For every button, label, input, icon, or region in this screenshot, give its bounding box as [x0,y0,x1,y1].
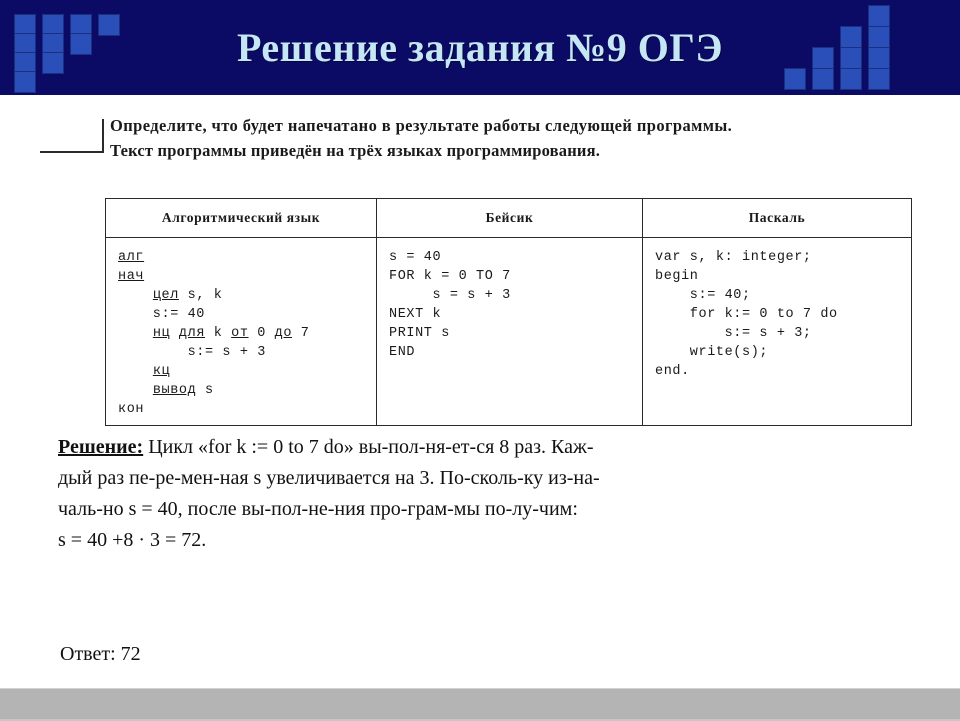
code-block-pascal: var s, k: integer; begin s:= 40; for k:=… [655,250,838,379]
task-marker-box [40,119,104,153]
solution-text-1: Цикл «for k := 0 to 7 do» вы-пол-ня-ет-с… [143,436,594,458]
question-text: Определите, что будет напечатано в резул… [110,113,920,163]
code-cell-algorithmic: алг нач цел s, k s:= 40 нц для k от 0 до… [105,237,377,426]
table-header-row: Алгоритмический язык Бейсик Паскаль [105,198,912,238]
code-block-basic: s = 40 FOR k = 0 TO 7 s = s + 3 NEXT k P… [389,250,511,360]
question-line-2: Текст программы приведён на трёх языках … [110,141,601,160]
solution-label: Решение: [58,436,144,458]
column-header-pascal: Паскаль [642,198,912,238]
answer-line: Ответ: 72 [60,643,141,665]
solution-line-1: Решение: Цикл «for k := 0 to 7 do» вы-по… [58,432,908,463]
code-block-algorithmic: алг нач цел s, k s:= 40 нц для k от 0 до… [118,250,310,417]
table-row: алг нач цел s, k s:= 40 нц для k от 0 до… [105,237,912,426]
question-line-1: Определите, что будет напечатано в резул… [110,116,733,135]
code-cell-basic: s = 40 FOR k = 0 TO 7 s = s + 3 NEXT k P… [376,237,643,426]
page-title: Решение задания №9 ОГЭ [237,25,723,70]
solution-line-2: дый раз пе-ре-мен-ная s увеличивается на… [58,467,600,489]
column-header-basic: Бейсик [376,198,643,238]
code-cell-pascal: var s, k: integer; begin s:= 40; for k:=… [642,237,912,426]
footer-bar [0,688,960,721]
solution-block: Решение: Цикл «for k := 0 to 7 do» вы-по… [58,432,908,556]
code-languages-table: Алгоритмический язык Бейсик Паскаль алг … [105,198,912,426]
header-banner: Решение задания №9 ОГЭ [0,0,960,95]
solution-line-4: s = 40 +8 · 3 = 72. [58,529,207,551]
solution-line-3: чаль-но s = 40, после вы-пол-не-ния про-… [58,498,578,520]
column-header-algorithmic: Алгоритмический язык [105,198,377,238]
